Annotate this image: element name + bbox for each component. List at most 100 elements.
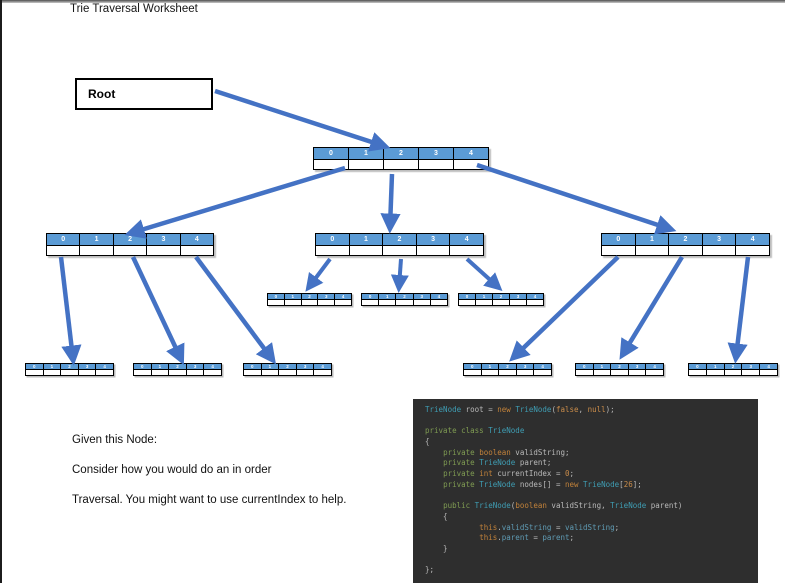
trie-cell-header: 0 (464, 364, 482, 369)
arrow (465, 257, 503, 292)
trie-cell-header: 2 (169, 364, 187, 369)
trie-cell-empty (576, 370, 594, 375)
trie-cell-header: 4 (180, 234, 214, 245)
trie-cell-empty (379, 300, 397, 305)
trie-cell-header: 1 (261, 364, 280, 369)
trie-cell-header: 2 (611, 364, 629, 369)
trie-cell-empty (417, 246, 451, 255)
arrow (130, 256, 185, 366)
code-line: } (425, 543, 448, 553)
trie-cell-header: 0 (244, 364, 262, 369)
trie-cell-empty (594, 370, 612, 375)
trie-cell-empty (499, 370, 517, 375)
trie-cell-header: 2 (279, 364, 297, 369)
trie-cell-header: 4 (760, 364, 777, 369)
trie-cell-header: 4 (454, 148, 488, 159)
code-line: private boolean validString; (443, 447, 570, 457)
trie-cell-empty (760, 370, 777, 375)
trie-cell-header: 3 (186, 364, 205, 369)
trie-cell-header: 2 (61, 364, 79, 369)
trie-cell-empty (707, 370, 725, 375)
trie-cell-header: 4 (450, 234, 483, 245)
code-line: this.parent = parent; (479, 533, 575, 543)
arrow (509, 255, 620, 362)
trie-cell-header: 2 (396, 294, 414, 299)
trie-cell-header: 1 (349, 234, 384, 245)
trie-cell-header: 1 (593, 364, 612, 369)
arrow (194, 255, 277, 365)
trie-cell-header: 3 (78, 364, 97, 369)
code-line: TrieNode root = new TrieNode(false, null… (425, 405, 615, 414)
trie-cell-header: 3 (628, 364, 647, 369)
trie-cell-empty (244, 370, 262, 375)
trie-node-mid-child-1: 01234 (361, 293, 448, 306)
trie-cell-empty (419, 160, 454, 169)
code-line: this.validString = validString; (479, 522, 620, 532)
trie-cell-header: 0 (47, 234, 81, 245)
trie-cell-header: 4 (534, 364, 551, 369)
trie-cell-header: 0 (459, 294, 476, 299)
trie-cell-empty (450, 246, 483, 255)
trie-cell-empty (318, 300, 336, 305)
trie-cell-header: 0 (26, 364, 44, 369)
trie-cell-header: 1 (284, 294, 302, 299)
trie-cell-empty (262, 370, 280, 375)
trie-cell-empty (464, 370, 482, 375)
trie-node-middle: 01234 (315, 233, 484, 256)
trie-node-top: 01234 (313, 147, 489, 170)
trie-cell-empty (383, 246, 417, 255)
trie-cell-empty (187, 370, 205, 375)
root-node-label: Root (88, 87, 116, 101)
trie-cell-header: 0 (268, 294, 285, 299)
trie-cell-empty (96, 370, 113, 375)
trie-cell-empty (384, 160, 419, 169)
trie-cell-header: 3 (318, 294, 336, 299)
trie-cell-empty (454, 160, 488, 169)
arrow (476, 162, 677, 235)
trie-cell-header: 3 (413, 294, 431, 299)
trie-cell-empty (689, 370, 707, 375)
trie-cell-header: 1 (706, 364, 725, 369)
window-left-edge (0, 0, 2, 583)
code-panel: TrieNode root = new TrieNode(false, null… (413, 399, 758, 583)
trie-cell-header: 1 (151, 364, 170, 369)
code-line: private TrieNode parent; (443, 458, 552, 468)
arrow (214, 88, 391, 152)
trie-cell-header: 3 (702, 234, 737, 245)
trie-cell-header: 3 (742, 364, 761, 369)
trie-cell-header: 1 (379, 294, 397, 299)
trie-cell-header: 1 (349, 148, 384, 159)
trie-cell-empty (602, 246, 636, 255)
trie-cell-empty (302, 300, 319, 305)
trie-node-left-child-1: 01234 (133, 363, 222, 376)
trie-cell-empty (285, 300, 302, 305)
trie-cell-empty (629, 370, 647, 375)
trie-cell-header: 2 (499, 364, 517, 369)
arrow (390, 258, 409, 293)
trie-cell-empty (527, 300, 543, 305)
code-line: private class TrieNode (425, 426, 525, 436)
trie-cell-empty (362, 300, 380, 305)
code-line: public TrieNode(boolean validString, Tri… (443, 501, 683, 511)
trie-cell-empty (646, 370, 663, 375)
trie-cell-empty (517, 370, 535, 375)
arrow (380, 173, 401, 234)
trie-cell-empty (61, 370, 79, 375)
trie-cell-empty (26, 370, 44, 375)
trie-cell-empty (349, 160, 384, 169)
trie-cell-empty (80, 246, 114, 255)
trie-cell-empty (279, 370, 297, 375)
trie-cell-empty (414, 300, 431, 305)
trie-cell-header: 3 (510, 294, 527, 299)
trie-cell-header: 0 (689, 364, 707, 369)
trie-cell-empty (736, 246, 769, 255)
code-line: { (425, 511, 448, 521)
trie-cell-empty (669, 246, 703, 255)
note-line-3: Traversal. You might want to use current… (72, 494, 347, 506)
trie-cell-empty (314, 160, 349, 169)
trie-cell-header: 3 (296, 364, 315, 369)
trie-cell-empty (147, 246, 181, 255)
trie-cell-empty (725, 370, 743, 375)
